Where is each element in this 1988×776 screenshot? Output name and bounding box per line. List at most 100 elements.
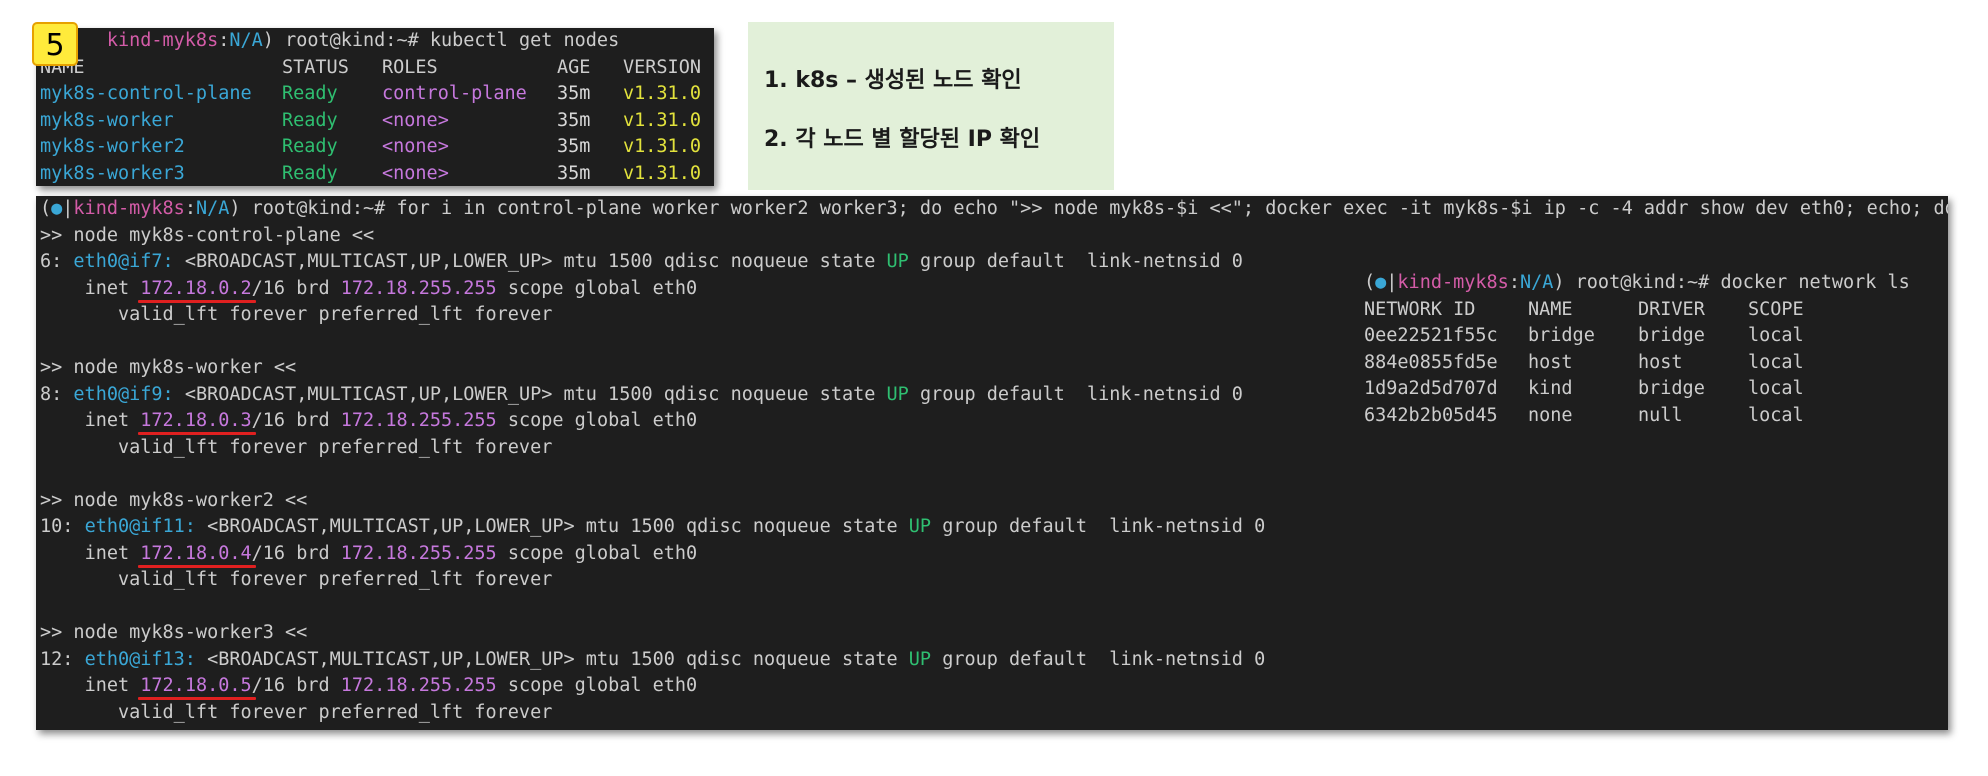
prompt-namespace: N/A [1519, 272, 1554, 293]
cell-version: v1.31.0 [623, 83, 701, 104]
command-text: kubectl get nodes [429, 30, 620, 51]
ip-address: 172.18.0.3 [140, 410, 252, 431]
table-row: myk8s-worker2 Ready <none> 35m v1.31.0 [36, 134, 714, 161]
iface-index: 12: [40, 648, 74, 670]
iface-flags: <BROADCAST,MULTICAST,UP,LOWER_UP> mtu 15… [207, 648, 898, 670]
iface-name: eth0@if9: [73, 383, 174, 405]
cell-roles: <none> [382, 109, 449, 131]
cell-status: Ready [282, 162, 338, 184]
cell-version: v1.31.0 [623, 162, 701, 184]
node-header: >> node myk8s-worker3 << [40, 622, 308, 643]
ip-address: 172.18.0.4 [140, 542, 252, 564]
table-row: myk8s-worker Ready <none> 35m v1.31.0 [36, 108, 714, 135]
ip-scope: scope global eth0 [507, 277, 698, 299]
ip-scope: scope global eth0 [507, 675, 698, 696]
prompt-namespace: N/A [229, 30, 263, 51]
ip-address: 172.18.0.5 [140, 675, 252, 696]
iface-index: 6: [40, 251, 63, 272]
cell-version: v1.31.0 [623, 136, 701, 157]
lifetime-text: valid_lft forever preferred_lft forever [117, 304, 553, 325]
table-row: myk8s-worker3 Ready <none> 35m v1.31.0 [36, 161, 714, 187]
red-underline [138, 564, 256, 568]
table-header: NAMESTATUSROLESAGEVERSION [36, 55, 714, 82]
cell-status: Ready [282, 109, 338, 131]
broadcast-address: 172.18.255.255 [340, 410, 497, 431]
iface-state: UP [886, 251, 909, 272]
ip-scope: scope global eth0 [507, 410, 698, 431]
cell-name: host [1528, 351, 1573, 373]
table-row: 884e0855fd5e host host local [1364, 350, 1910, 377]
iface-flags: <BROADCAST,MULTICAST,UP,LOWER_UP> mtu 15… [207, 516, 898, 537]
cell-name: bridge [1528, 325, 1595, 346]
red-underline [138, 299, 256, 303]
cell-age: 35m [557, 162, 591, 184]
iface-tail: group default link-netnsid 0 [919, 251, 1243, 272]
ip-mask: /16 brd [251, 542, 330, 564]
cell-age: 35m [557, 136, 591, 157]
command-text: docker network ls [1720, 272, 1910, 293]
cell-driver: bridge [1638, 325, 1705, 346]
prompt-context: kind-myk8s [1397, 272, 1509, 293]
cell-roles: <none> [382, 136, 449, 157]
prompt-line: (●|kind-myk8s:N/A) root@kind:~# for i in… [36, 196, 1948, 223]
ip-scope: scope global eth0 [507, 542, 698, 564]
cell-scope: local [1748, 404, 1804, 426]
cell-name: myk8s-control-plane [40, 83, 252, 104]
ip-mask: /16 brd [251, 277, 330, 299]
cell-id: 1d9a2d5d707d [1364, 378, 1498, 399]
cell-driver: bridge [1638, 378, 1705, 399]
table-row: 0ee22521f55c bridge bridge local [1364, 323, 1910, 350]
valid-line: valid_lft forever preferred_lft forever [36, 567, 1948, 594]
inet-line: inet 172.18.0.5/16 brd 172.18.255.255 sc… [36, 673, 1948, 700]
prompt-user: root@kind:~# [285, 30, 419, 51]
ip-highlight: 172.18.0.3 [138, 410, 256, 435]
lifetime-text: valid_lft forever preferred_lft forever [117, 436, 553, 458]
cell-name: myk8s-worker3 [40, 162, 185, 184]
col-header-age: AGE [557, 56, 591, 78]
iface-name: eth0@if11: [84, 516, 196, 537]
iface-state: UP [908, 516, 932, 537]
cell-driver: host [1638, 351, 1683, 373]
col-header-roles: ROLES [382, 56, 438, 78]
prompt-line: kind-myk8s:N/A) root@kind:~# kubectl get… [106, 30, 620, 51]
network-ls-output: (●|kind-myk8s:N/A) root@kind:~# docker n… [1364, 270, 1910, 429]
nodes-terminal: kind-myk8s:N/A) root@kind:~# kubectl get… [36, 28, 714, 186]
broadcast-address: 172.18.255.255 [340, 675, 497, 696]
cell-name: none [1528, 404, 1573, 426]
node-header: >> node myk8s-control-plane << [40, 224, 375, 246]
iface-state: UP [908, 648, 932, 670]
iface-tail: group default link-netnsid 0 [942, 516, 1266, 537]
valid-line: valid_lft forever preferred_lft forever [36, 435, 1948, 462]
ip-highlight: 172.18.0.5 [138, 675, 256, 700]
inet-label: inet [84, 410, 130, 431]
cell-status: Ready [282, 83, 338, 104]
col-header-scope: SCOPE [1748, 298, 1804, 320]
ip-address: 172.18.0.2 [140, 277, 252, 299]
prompt-namespace: N/A [195, 198, 230, 219]
cell-name: kind [1528, 378, 1573, 399]
iface-index: 10: [40, 516, 74, 537]
note-item: 1. k8s – 생성된 노드 확인 [764, 68, 1022, 93]
lifetime-text: valid_lft forever preferred_lft forever [117, 569, 553, 590]
iface-line: 12: eth0@if13: <BROADCAST,MULTICAST,UP,L… [36, 647, 1948, 674]
iface-tail: group default link-netnsid 0 [942, 648, 1266, 670]
prompt-context: kind-myk8s [73, 198, 185, 219]
note-item: 2. 각 노드 별 할당된 IP 확인 [764, 127, 1041, 152]
cell-driver: null [1638, 404, 1683, 426]
ip-mask: /16 brd [251, 675, 330, 696]
prompt-context: kind-myk8s [106, 30, 219, 51]
iface-name: eth0@if13: [84, 648, 196, 670]
col-header-driver: DRIVER [1638, 298, 1705, 320]
col-header-network-id: NETWORK ID [1364, 298, 1476, 320]
red-underline [138, 697, 256, 700]
cell-scope: local [1748, 378, 1804, 399]
iface-tail: group default link-netnsid 0 [919, 383, 1243, 405]
cell-id: 884e0855fd5e [1364, 351, 1498, 373]
cell-name: myk8s-worker [40, 109, 174, 131]
iface-index: 8: [40, 383, 63, 405]
valid-line: valid_lft forever preferred_lft forever [36, 700, 1948, 727]
iface-name: eth0@if7: [73, 251, 174, 272]
ip-terminal: (●|kind-myk8s:N/A) root@kind:~# for i in… [36, 196, 1948, 730]
